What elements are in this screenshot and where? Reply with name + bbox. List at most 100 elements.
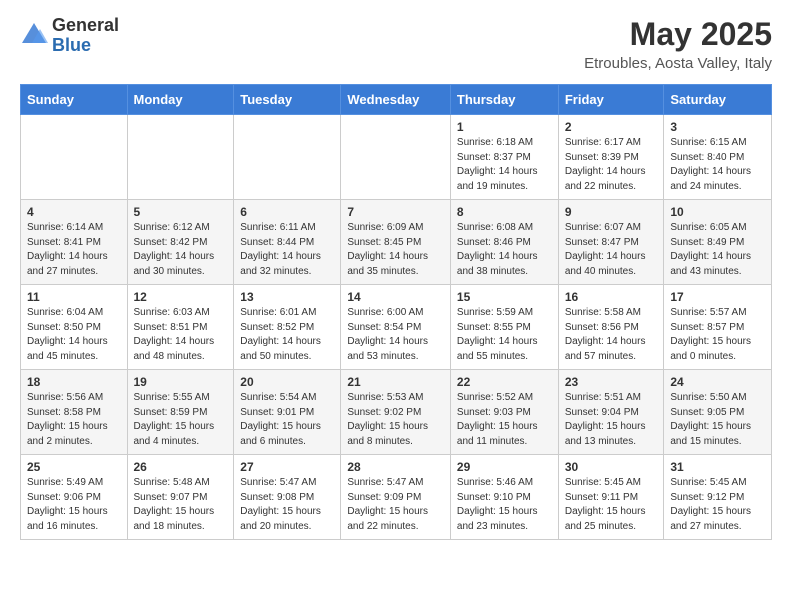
week-row-3: 11 Sunrise: 6:04 AMSunset: 8:50 PMDayligh… [21, 285, 772, 370]
day-number: 8 [457, 205, 552, 219]
logo-icon [20, 21, 48, 49]
day-number: 17 [670, 290, 765, 304]
day-number: 14 [347, 290, 444, 304]
day-number: 4 [27, 205, 121, 219]
day-number: 23 [565, 375, 658, 389]
day-number: 19 [134, 375, 228, 389]
day-cell: 18 Sunrise: 5:56 AMSunset: 8:58 PMDayligh… [21, 370, 128, 455]
logo-text: General Blue [52, 16, 119, 56]
day-info: Sunrise: 5:46 AMSunset: 9:10 PMDaylight:… [457, 476, 552, 534]
day-cell: 31Sunrise: 5:45 AMSunset: 9:12 PMDayligh… [664, 455, 772, 540]
day-number: 27 [240, 460, 334, 474]
day-number: 13 [240, 290, 334, 304]
day-number: 6 [240, 205, 334, 219]
day-number: 1 [457, 120, 552, 134]
day-cell: 1 Sunrise: 6:18 AMSunset: 8:37 PMDaylight… [450, 115, 558, 200]
day-cell: 8 Sunrise: 6:08 AMSunset: 8:46 PMDaylight… [450, 200, 558, 285]
col-header-friday: Friday [558, 85, 664, 115]
logo-blue-text: Blue [52, 36, 119, 56]
day-info: Sunrise: 6:14 AMSunset: 8:41 PMDaylight:… [27, 221, 121, 279]
day-number: 22 [457, 375, 552, 389]
day-info: Sunrise: 6:04 AMSunset: 8:50 PMDaylight:… [27, 306, 121, 364]
day-number: 29 [457, 460, 552, 474]
week-row-4: 18 Sunrise: 5:56 AMSunset: 8:58 PMDayligh… [21, 370, 772, 455]
day-cell [127, 115, 234, 200]
day-number: 15 [457, 290, 552, 304]
col-header-saturday: Saturday [664, 85, 772, 115]
day-number: 21 [347, 375, 444, 389]
day-cell [341, 115, 451, 200]
day-info: Sunrise: 6:17 AMSunset: 8:39 PMDaylight:… [565, 136, 658, 194]
day-cell: 11 Sunrise: 6:04 AMSunset: 8:50 PMDayligh… [21, 285, 128, 370]
day-cell: 5Sunrise: 6:12 AMSunset: 8:42 PMDaylight… [127, 200, 234, 285]
day-info: Sunrise: 5:47 AMSunset: 9:08 PMDaylight:… [240, 476, 334, 534]
day-cell: 17 Sunrise: 5:57 AMSunset: 8:57 PMDayligh… [664, 285, 772, 370]
day-info: Sunrise: 5:55 AMSunset: 8:59 PMDaylight:… [134, 391, 228, 449]
day-info: Sunrise: 6:07 AMSunset: 8:47 PMDaylight:… [565, 221, 658, 279]
col-header-sunday: Sunday [21, 85, 128, 115]
day-number: 31 [670, 460, 765, 474]
col-header-monday: Monday [127, 85, 234, 115]
day-cell [234, 115, 341, 200]
day-number: 24 [670, 375, 765, 389]
day-info: Sunrise: 5:51 AMSunset: 9:04 PMDaylight:… [565, 391, 658, 449]
day-cell: 23 Sunrise: 5:51 AMSunset: 9:04 PMDayligh… [558, 370, 664, 455]
day-cell: 6Sunrise: 6:11 AMSunset: 8:44 PMDaylight… [234, 200, 341, 285]
day-cell: 30Sunrise: 5:45 AMSunset: 9:11 PMDayligh… [558, 455, 664, 540]
day-number: 7 [347, 205, 444, 219]
day-cell: 29 Sunrise: 5:46 AMSunset: 9:10 PMDayligh… [450, 455, 558, 540]
day-info: Sunrise: 5:50 AMSunset: 9:05 PMDaylight:… [670, 391, 765, 449]
day-number: 26 [134, 460, 228, 474]
day-info: Sunrise: 6:15 AMSunset: 8:40 PMDaylight:… [670, 136, 765, 194]
day-cell: 21 Sunrise: 5:53 AMSunset: 9:02 PMDayligh… [341, 370, 451, 455]
day-cell: 19 Sunrise: 5:55 AMSunset: 8:59 PMDayligh… [127, 370, 234, 455]
day-number: 5 [134, 205, 228, 219]
logo: General Blue [20, 16, 119, 56]
day-info: Sunrise: 5:53 AMSunset: 9:02 PMDaylight:… [347, 391, 444, 449]
day-cell: 16Sunrise: 5:58 AMSunset: 8:56 PMDayligh… [558, 285, 664, 370]
col-header-wednesday: Wednesday [341, 85, 451, 115]
col-header-thursday: Thursday [450, 85, 558, 115]
subtitle: Etroubles, Aosta Valley, Italy [584, 55, 772, 72]
day-cell: 9Sunrise: 6:07 AMSunset: 8:47 PMDaylight… [558, 200, 664, 285]
day-cell: 3 Sunrise: 6:15 AMSunset: 8:40 PMDaylight… [664, 115, 772, 200]
day-number: 28 [347, 460, 444, 474]
day-cell: 4 Sunrise: 6:14 AMSunset: 8:41 PMDaylight… [21, 200, 128, 285]
day-info: Sunrise: 6:00 AMSunset: 8:54 PMDaylight:… [347, 306, 444, 364]
day-number: 18 [27, 375, 121, 389]
col-header-tuesday: Tuesday [234, 85, 341, 115]
day-cell: 7 Sunrise: 6:09 AMSunset: 8:45 PMDaylight… [341, 200, 451, 285]
week-row-5: 25Sunrise: 5:49 AMSunset: 9:06 PMDayligh… [21, 455, 772, 540]
day-number: 10 [670, 205, 765, 219]
day-info: Sunrise: 5:48 AMSunset: 9:07 PMDaylight:… [134, 476, 228, 534]
day-info: Sunrise: 6:18 AMSunset: 8:37 PMDaylight:… [457, 136, 552, 194]
day-number: 16 [565, 290, 658, 304]
day-info: Sunrise: 6:08 AMSunset: 8:46 PMDaylight:… [457, 221, 552, 279]
day-info: Sunrise: 5:47 AMSunset: 9:09 PMDaylight:… [347, 476, 444, 534]
day-info: Sunrise: 5:45 AMSunset: 9:11 PMDaylight:… [565, 476, 658, 534]
day-info: Sunrise: 5:57 AMSunset: 8:57 PMDaylight:… [670, 306, 765, 364]
day-info: Sunrise: 5:54 AMSunset: 9:01 PMDaylight:… [240, 391, 334, 449]
header-row: SundayMondayTuesdayWednesdayThursdayFrid… [21, 85, 772, 115]
page: General Blue May 2025 Etroubles, Aosta V… [0, 0, 792, 556]
day-info: Sunrise: 6:09 AMSunset: 8:45 PMDaylight:… [347, 221, 444, 279]
logo-general-text: General [52, 16, 119, 36]
day-cell: 15 Sunrise: 5:59 AMSunset: 8:55 PMDayligh… [450, 285, 558, 370]
day-cell: 20Sunrise: 5:54 AMSunset: 9:01 PMDayligh… [234, 370, 341, 455]
day-cell: 12 Sunrise: 6:03 AMSunset: 8:51 PMDayligh… [127, 285, 234, 370]
day-cell: 10 Sunrise: 6:05 AMSunset: 8:49 PMDayligh… [664, 200, 772, 285]
day-info: Sunrise: 5:59 AMSunset: 8:55 PMDaylight:… [457, 306, 552, 364]
calendar: SundayMondayTuesdayWednesdayThursdayFrid… [20, 84, 772, 540]
day-cell: 22 Sunrise: 5:52 AMSunset: 9:03 PMDayligh… [450, 370, 558, 455]
day-number: 12 [134, 290, 228, 304]
day-info: Sunrise: 6:01 AMSunset: 8:52 PMDaylight:… [240, 306, 334, 364]
day-number: 11 [27, 290, 121, 304]
day-number: 3 [670, 120, 765, 134]
day-number: 25 [27, 460, 121, 474]
day-info: Sunrise: 6:03 AMSunset: 8:51 PMDaylight:… [134, 306, 228, 364]
day-info: Sunrise: 6:05 AMSunset: 8:49 PMDaylight:… [670, 221, 765, 279]
day-info: Sunrise: 5:56 AMSunset: 8:58 PMDaylight:… [27, 391, 121, 449]
day-cell: 13 Sunrise: 6:01 AMSunset: 8:52 PMDayligh… [234, 285, 341, 370]
day-info: Sunrise: 5:52 AMSunset: 9:03 PMDaylight:… [457, 391, 552, 449]
header: General Blue May 2025 Etroubles, Aosta V… [20, 16, 772, 72]
